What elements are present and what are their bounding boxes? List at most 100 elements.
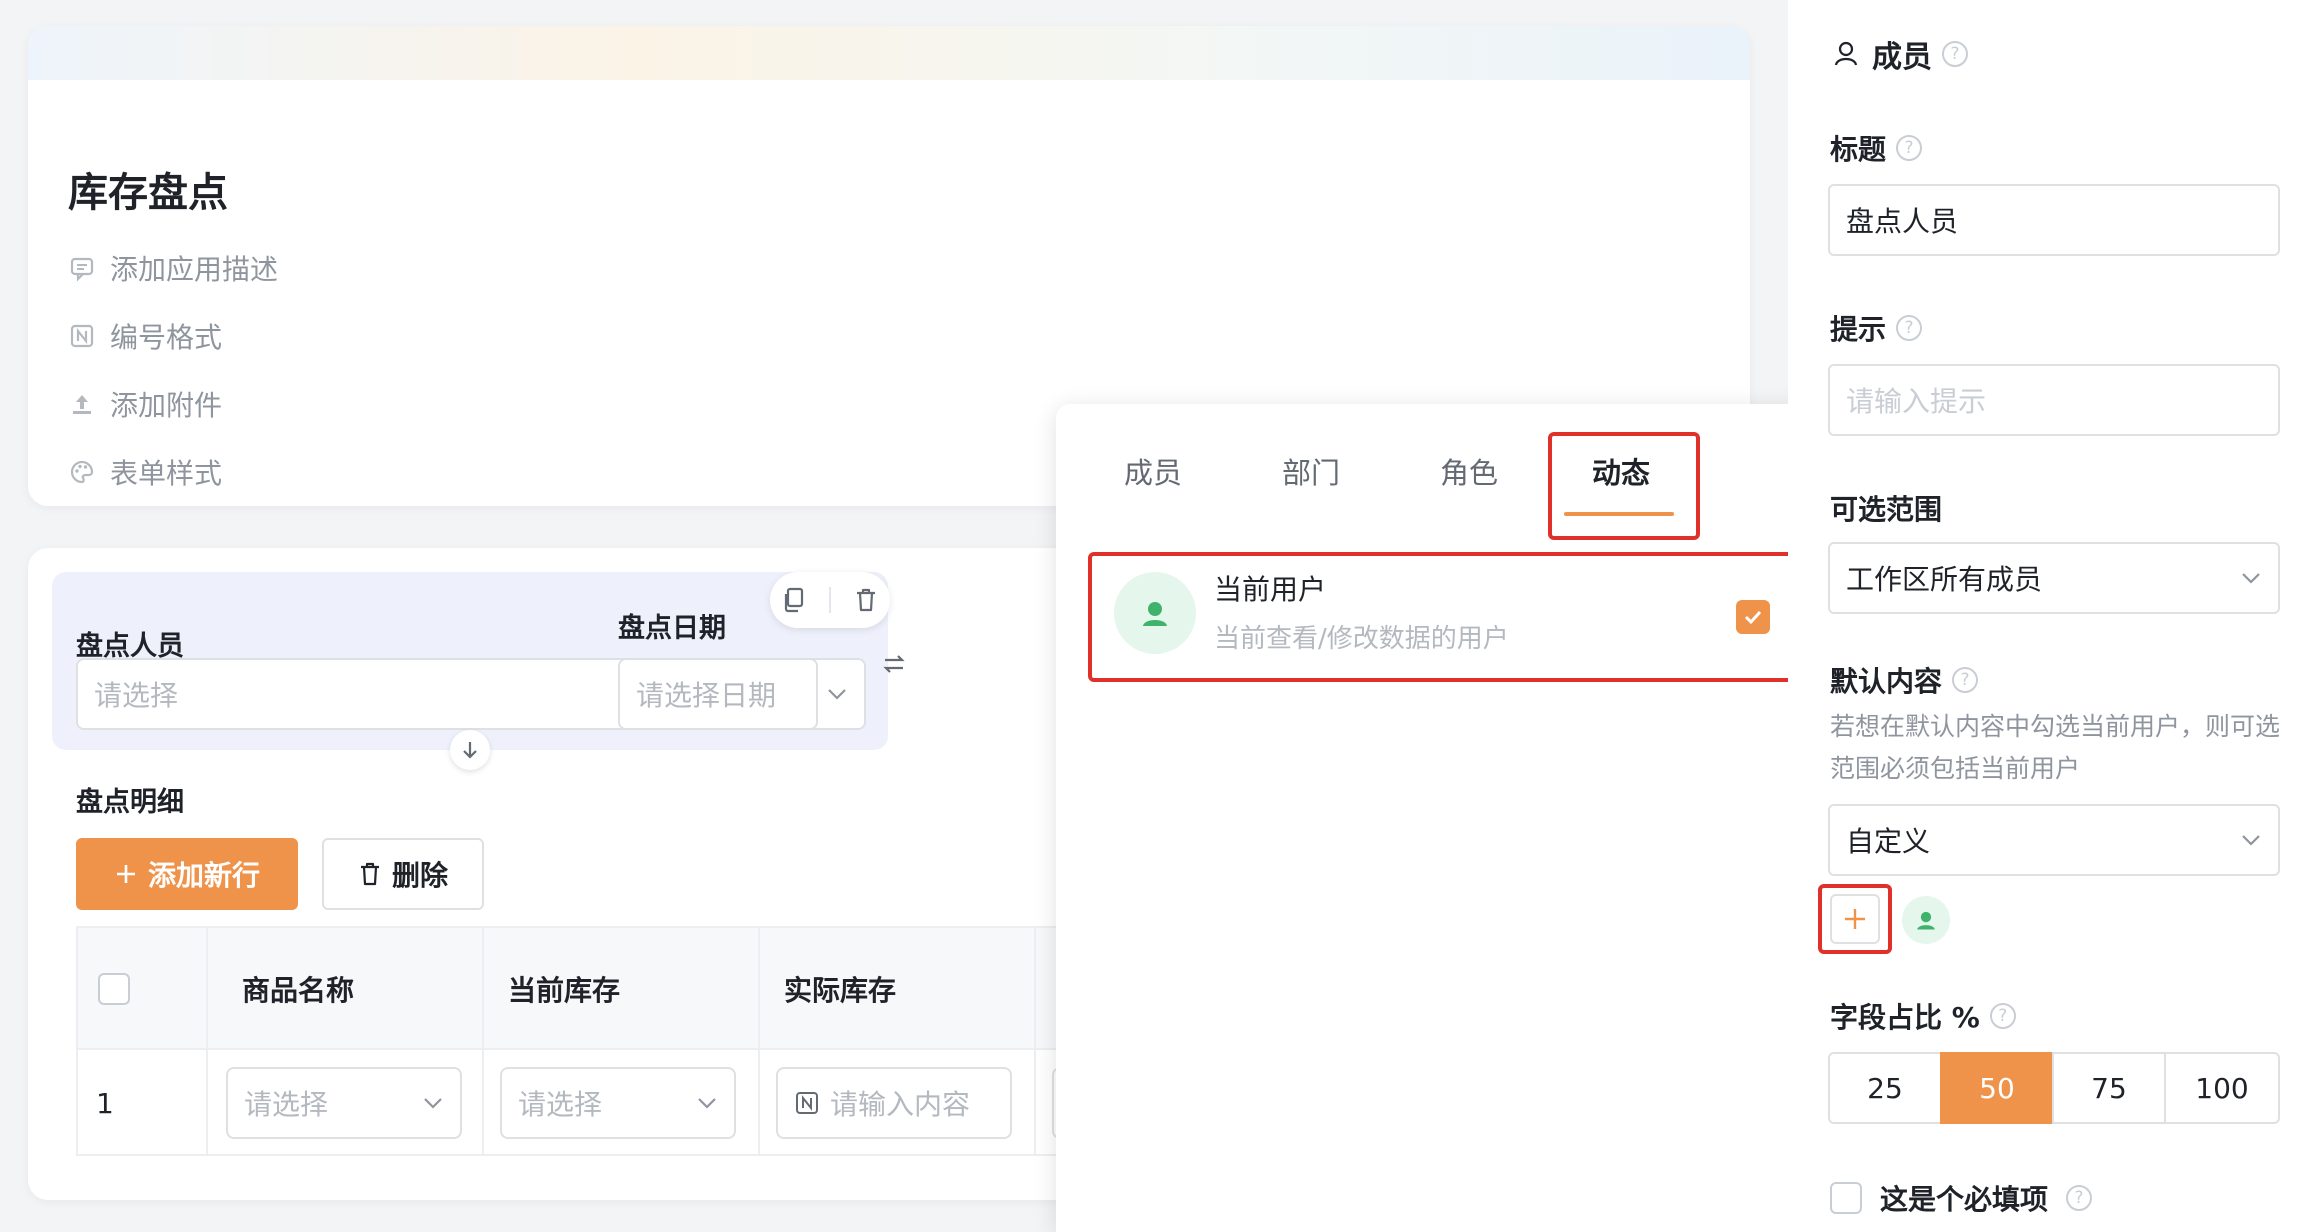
add-attachment-link[interactable]: 添加附件	[68, 384, 222, 424]
help-icon[interactable]: ?	[2066, 1185, 2093, 1211]
actual-stock-cell: 请输入内容	[760, 1050, 1036, 1156]
swap-button[interactable]	[874, 644, 914, 684]
arrow-down-icon	[463, 742, 477, 759]
trash-icon	[360, 862, 379, 886]
chevron-down-icon	[2242, 573, 2260, 584]
title-setting-label: 标题 ?	[1830, 128, 1923, 168]
plus-icon	[1845, 909, 1865, 929]
chevron-down-icon	[2242, 835, 2260, 846]
required-toggle-row[interactable]: 这是个必填项 ?	[1830, 1178, 2093, 1218]
trash-icon[interactable]	[853, 586, 879, 614]
date-picker[interactable]: 请选择日期	[618, 658, 818, 730]
chevron-down-icon	[698, 1098, 716, 1109]
hint-placeholder: 请输入提示	[1846, 385, 1987, 418]
default-user-avatar[interactable]	[1902, 896, 1950, 944]
add-row-label: 添加新行	[147, 859, 260, 892]
default-setting-label: 默认内容 ?	[1830, 660, 1979, 700]
add-description-link[interactable]: 添加应用描述	[68, 248, 278, 288]
select-all-checkbox[interactable]	[98, 973, 130, 1005]
numbering-format-label: 编号格式	[110, 321, 223, 354]
hint-label-text: 提示	[1830, 313, 1887, 346]
copy-icon[interactable]	[781, 586, 807, 614]
name-cell: 请选择	[208, 1050, 484, 1156]
person-icon	[1834, 41, 1858, 66]
width-option-25[interactable]: 25	[1828, 1052, 1942, 1124]
cell-placeholder: 请选择	[518, 1088, 603, 1121]
current-stock-cell: 请选择	[484, 1050, 760, 1156]
swap-icon	[883, 655, 905, 673]
title-value: 盘点人员	[1846, 205, 1959, 238]
tab-departments[interactable]: 部门	[1282, 450, 1340, 492]
required-label: 这是个必填项	[1880, 1183, 2049, 1216]
comment-icon	[70, 257, 94, 282]
tab-members[interactable]: 成员	[1124, 450, 1182, 492]
current-stock-select[interactable]: 请选择	[500, 1067, 736, 1139]
title-label-text: 标题	[1830, 133, 1887, 166]
title-input[interactable]: 盘点人员	[1828, 184, 2280, 256]
required-checkbox[interactable]	[1830, 1182, 1862, 1214]
delete-rows-button[interactable]: 删除	[322, 838, 484, 910]
default-note: 若想在默认内容中勾选当前用户，则可选范围必须包括当前用户	[1830, 712, 2281, 783]
field-settings-panel: 成员 ? 标题 ? 盘点人员 提示 ? 请输入提示 可选范围 工作区所有成员 默…	[1788, 0, 2310, 1232]
check-icon	[1744, 610, 1762, 625]
date-placeholder: 请选择日期	[636, 679, 777, 712]
subtable-label: 盘点明细	[76, 787, 184, 818]
field-toolbar	[770, 572, 890, 628]
range-setting-label: 可选范围	[1830, 488, 1942, 528]
help-icon[interactable]: ?	[1896, 135, 1923, 161]
add-attachment-label: 添加附件	[110, 389, 223, 422]
add-default-button[interactable]	[1818, 884, 1892, 954]
table-header: 商品名称 当前库存 实际库存	[78, 928, 1114, 1050]
add-row-button[interactable]: 添加新行	[76, 838, 298, 910]
numbering-icon	[70, 324, 94, 348]
app-title[interactable]: 库存盘点	[68, 160, 228, 218]
add-description-label: 添加应用描述	[110, 253, 279, 286]
form-style-link[interactable]: 表单样式	[68, 452, 222, 492]
width-option-75[interactable]: 75	[2052, 1052, 2166, 1124]
form-style-label: 表单样式	[110, 457, 223, 490]
tab-roles[interactable]: 角色	[1440, 450, 1498, 492]
panel-header: 成员 ?	[1830, 32, 1968, 76]
actual-stock-input[interactable]: 请输入内容	[776, 1067, 1012, 1139]
width-option-50[interactable]: 50	[1940, 1052, 2054, 1124]
chevron-down-icon	[828, 689, 846, 700]
move-down-button[interactable]	[450, 730, 490, 770]
option-description: 当前查看/修改数据的用户	[1214, 624, 1509, 654]
option-title: 当前用户	[1214, 573, 1327, 606]
default-select[interactable]: 自定义	[1828, 804, 2280, 876]
delete-label: 删除	[391, 859, 448, 892]
default-value: 自定义	[1846, 825, 1931, 858]
product-select[interactable]: 请选择	[226, 1067, 462, 1139]
help-icon[interactable]: ?	[1952, 667, 1979, 693]
panel-title: 成员	[1872, 40, 1932, 75]
column-header[interactable]: 实际库存	[760, 928, 1036, 1050]
numbering-format-link[interactable]: 编号格式	[68, 316, 222, 356]
option-checkbox[interactable]	[1736, 600, 1770, 634]
date-field-label: 盘点日期	[618, 613, 726, 644]
cell-placeholder: 请输入内容	[830, 1088, 971, 1121]
row-index: 1	[78, 1050, 208, 1156]
range-value: 工作区所有成员	[1846, 563, 2043, 596]
member-picker-dropdown: 成员 部门 角色 动态 当前用户 当前查看/修改数据的用户	[1056, 404, 1826, 1232]
numbering-icon	[796, 1092, 818, 1114]
tab-highlight-box	[1548, 432, 1700, 540]
chevron-down-icon	[424, 1098, 442, 1109]
select-placeholder: 请选择	[94, 679, 179, 712]
user-avatar-icon	[1143, 602, 1167, 626]
help-icon[interactable]: ?	[1896, 315, 1923, 341]
help-icon[interactable]: ?	[1942, 41, 1968, 67]
help-icon[interactable]: ?	[1989, 1003, 2016, 1029]
range-label-text: 可选范围	[1830, 493, 1943, 526]
range-select[interactable]: 工作区所有成员	[1828, 542, 2280, 614]
hint-input[interactable]: 请输入提示	[1828, 364, 2280, 436]
column-header[interactable]: 当前库存	[484, 928, 760, 1050]
upload-icon	[73, 395, 91, 414]
add-default-inner	[1830, 894, 1880, 944]
option-current-user[interactable]: 当前用户 当前查看/修改数据的用户	[1088, 552, 1794, 682]
width-option-100[interactable]: 100	[2164, 1052, 2280, 1124]
select-all-cell	[78, 928, 208, 1050]
column-header[interactable]: 商品名称	[208, 928, 484, 1050]
detail-table: 商品名称 当前库存 实际库存 1 请选择 请选择 请输入内容	[76, 926, 1116, 1156]
user-avatar-icon	[1917, 911, 1935, 930]
default-label-text: 默认内容	[1830, 665, 1943, 698]
